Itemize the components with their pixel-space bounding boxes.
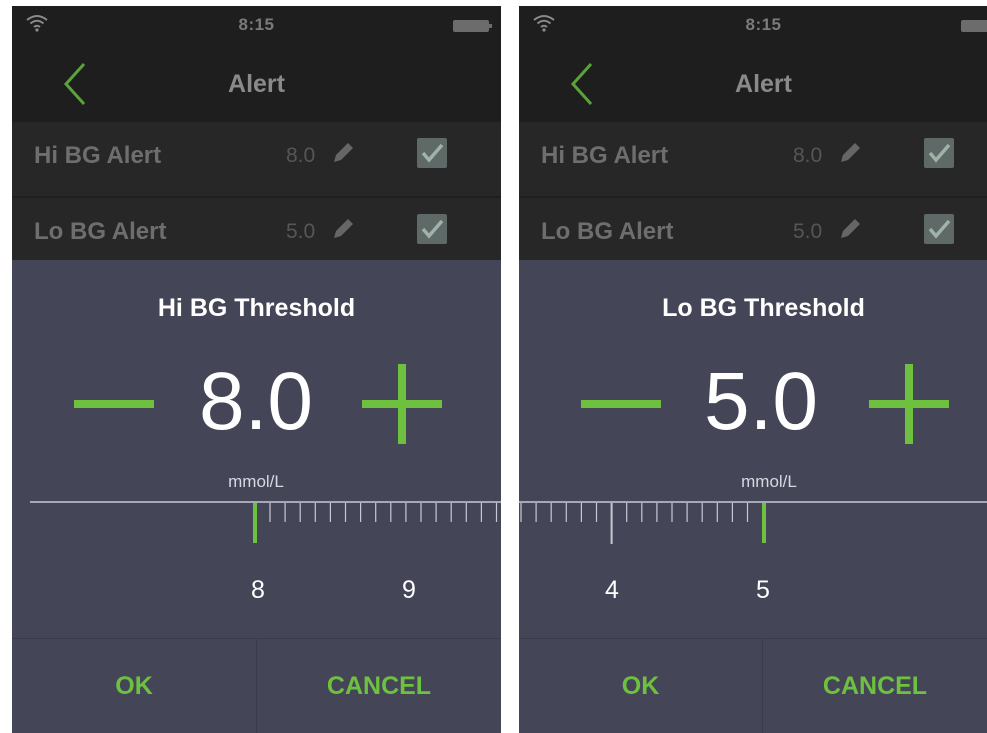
value-ruler[interactable]: 8 9 [12, 500, 501, 620]
unit-label: mmol/L [741, 472, 797, 491]
ruler-tick-label: 5 [756, 576, 770, 604]
status-bar: 8:15 [519, 6, 987, 46]
alert-label: Lo BG Alert [34, 218, 167, 245]
alert-label: Hi BG Alert [34, 142, 162, 169]
minus-icon[interactable] [74, 400, 154, 408]
dialog-title: Lo BG Threshold [662, 294, 865, 322]
phone-screen-lo: 8:15 Alert Hi BG Alert 8.0 Lo BG Alert 5… [519, 6, 987, 733]
ok-button[interactable]: OK [12, 639, 256, 733]
ruler-selected-marker [762, 503, 766, 543]
threshold-dialog: Lo BG Threshold 5.0 mmol/L 4 5 OK CANCEL [519, 260, 987, 733]
value-ruler[interactable]: 4 5 [519, 500, 987, 620]
checkbox-checked-icon[interactable] [417, 214, 447, 244]
ruler-selected-marker [253, 503, 257, 543]
cancel-button[interactable]: CANCEL [763, 639, 987, 733]
phone-screen-hi: 8:15 Alert Hi BG Alert 8.0 Lo BG Alert 5… [12, 6, 501, 733]
pencil-icon[interactable] [837, 140, 863, 166]
unit-label: mmol/L [228, 472, 284, 491]
ruler-tick-label: 9 [402, 576, 416, 604]
alert-label: Hi BG Alert [541, 142, 669, 169]
header: Alert [519, 46, 987, 122]
status-bar: 8:15 [12, 6, 501, 46]
threshold-value: 8.0 [199, 356, 313, 447]
battery-icon [961, 20, 987, 32]
dialog-buttons: OK CANCEL [12, 638, 501, 733]
plus-icon[interactable] [362, 364, 442, 444]
pencil-icon[interactable] [330, 140, 356, 166]
dialog-title: Hi BG Threshold [157, 294, 356, 322]
checkbox-checked-icon[interactable] [924, 138, 954, 168]
page-title: Alert [228, 70, 285, 98]
ruler-tick-label: 8 [251, 576, 265, 604]
cancel-button[interactable]: CANCEL [257, 639, 501, 733]
ok-button[interactable]: OK [519, 639, 762, 733]
header: Alert [12, 46, 501, 122]
checkbox-checked-icon[interactable] [417, 138, 447, 168]
ruler-tick-label: 4 [605, 576, 619, 604]
status-time: 8:15 [238, 15, 275, 34]
page-title: Alert [735, 70, 792, 98]
alert-value: 8.0 [793, 144, 823, 167]
alert-row-hi[interactable]: Hi BG Alert 8.0 [12, 122, 501, 198]
alert-value: 8.0 [286, 144, 316, 167]
alert-value: 5.0 [286, 220, 316, 243]
alert-label: Lo BG Alert [541, 218, 674, 245]
alert-value: 5.0 [793, 220, 823, 243]
minus-icon[interactable] [581, 400, 661, 408]
alert-row-hi[interactable]: Hi BG Alert 8.0 [519, 122, 987, 198]
pencil-icon[interactable] [837, 216, 863, 242]
threshold-dialog: Hi BG Threshold 8.0 mmol/L 8 9 OK CANCEL [12, 260, 501, 733]
threshold-value: 5.0 [704, 356, 818, 447]
status-time: 8:15 [745, 15, 782, 34]
pencil-icon[interactable] [330, 216, 356, 242]
plus-icon[interactable] [869, 364, 949, 444]
dialog-buttons: OK CANCEL [519, 638, 987, 733]
checkbox-checked-icon[interactable] [924, 214, 954, 244]
battery-icon [453, 20, 492, 32]
